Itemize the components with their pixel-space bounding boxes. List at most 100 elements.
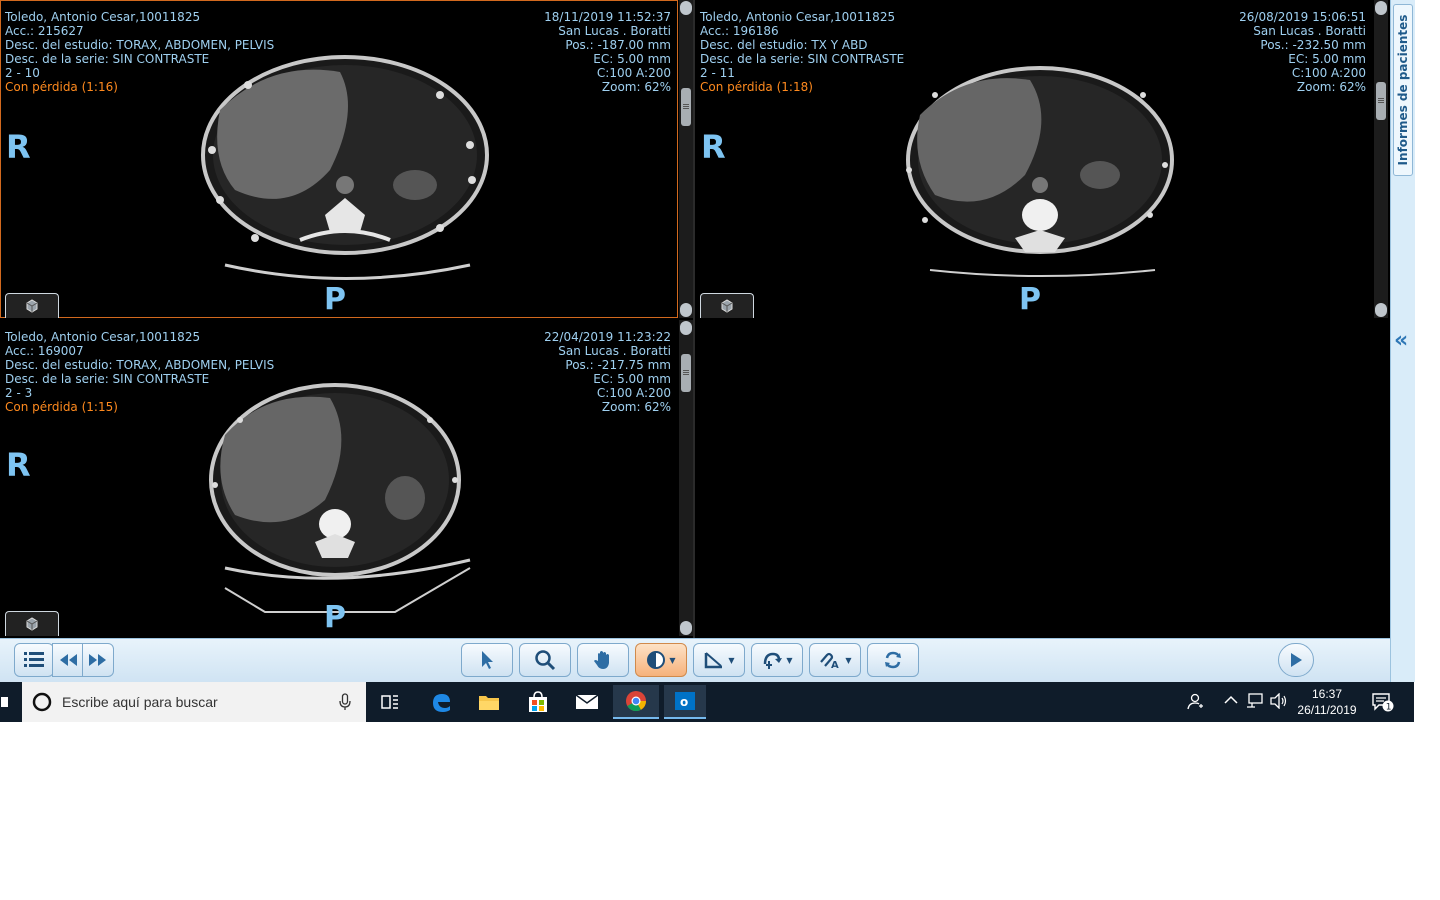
chevron-down-icon: ▼ [786,655,793,665]
pan-tool-button[interactable] [577,643,629,677]
institution: San Lucas . Boratti [1253,24,1366,38]
chevron-down-icon: ▼ [728,655,735,665]
previous-image-button[interactable] [52,643,84,677]
window-level-values: C:100 A:200 [596,66,671,80]
study-datetime: 18/11/2019 11:52:37 [544,10,671,24]
list-icon [24,652,44,667]
people-icon-glyph [1187,693,1203,710]
taskbar-chrome[interactable] [613,685,659,719]
expand-panel-button[interactable]: « [1394,328,1408,353]
cortana-circle-icon [32,692,52,712]
volume-icon[interactable] [1270,692,1288,713]
patient-reports-label: Informes de pacientes [1396,14,1410,166]
taskbar-edge[interactable] [424,688,458,716]
measure-tool-button[interactable]: ▼ [693,643,745,677]
overlay-patient-info: Toledo, Antonio Cesar,10011825 Acc.: 1961… [700,10,904,94]
study-description: Desc. del estudio: TORAX, ABDOMEN, PELVI… [5,38,275,52]
notification-icon: 1 [1372,693,1394,713]
window-level-tool-button[interactable]: ▼ [635,643,687,677]
mail-envelope-icon [575,694,599,709]
window-level-values: C:100 A:200 [596,386,671,400]
search-placeholder: Escribe aquí para buscar [62,694,218,710]
store-bag-icon [529,691,547,712]
series-description: Desc. de la serie: SIN CONTRASTE [5,372,210,386]
edge-browser-icon [433,694,450,712]
outlook-icon: o [675,692,695,710]
viewport-2-scrollbar[interactable] [1374,0,1388,318]
taskbar-store[interactable] [521,688,555,716]
task-view-button[interactable] [373,688,407,716]
microphone-icon[interactable] [339,693,351,711]
scroll-thumb[interactable] [681,88,691,126]
orientation-marker-bottom: P [324,600,346,635]
3d-cube-button[interactable] [5,611,59,636]
zoom-tool-button[interactable] [519,643,571,677]
system-clock[interactable]: 16:37 26/11/2019 [1292,686,1362,718]
orientation-marker-bottom: P [324,282,346,317]
overlay-patient-info: Toledo, Antonio Cesar,10011825 Acc.: 1690… [5,330,274,414]
scroll-down-arrow[interactable] [680,303,692,317]
annotation-tool-button[interactable]: A ▼ [809,643,861,677]
viewport-1[interactable]: Toledo, Antonio Cesar,10011825 Acc.: 2156… [0,0,678,318]
network-icon[interactable] [1246,693,1264,713]
taskbar-file-explorer[interactable] [472,688,506,716]
compression-loss: Con pérdida (1:15) [5,400,118,414]
chevron-down-icon: ▼ [669,655,676,665]
select-tool-button[interactable] [461,643,513,677]
contrast-icon [647,651,666,669]
scroll-up-arrow[interactable] [680,1,692,15]
magnifier-icon [535,650,556,671]
orientation-marker-side: R [6,128,31,166]
institution: San Lucas . Boratti [558,24,671,38]
slice-position: Pos.: -187.00 mm [565,38,671,52]
scroll-thumb[interactable] [681,354,691,392]
svg-text:o: o [680,695,688,709]
patient-name: Toledo, Antonio Cesar,10011825 [700,10,896,24]
taskbar-mail[interactable] [570,688,604,716]
taskbar-search-box[interactable]: Escribe aquí para buscar [22,682,366,722]
compression-loss: Con pérdida (1:18) [700,80,813,94]
start-button[interactable] [0,688,10,716]
slice-position: Pos.: -217.75 mm [565,358,671,372]
ruler-angle-icon [705,652,723,669]
layout-list-button[interactable] [14,643,54,677]
3d-cube-button[interactable] [700,293,754,318]
3d-cube-button[interactable] [5,293,59,318]
zoom-level: Zoom: 62% [601,80,671,94]
link-annotation-icon: A [820,652,839,670]
patient-reports-tab[interactable]: Informes de pacientes [1393,4,1413,176]
scroll-down-arrow[interactable] [680,621,692,635]
viewport-1-scrollbar[interactable] [679,0,693,318]
rewind-icon [60,654,77,666]
accession: Acc.: 169007 [5,344,84,358]
patient-reports-panel: Informes de pacientes « [1390,0,1415,682]
reset-tool-button[interactable] [867,643,919,677]
refresh-icon [885,651,901,669]
folder-icon [479,696,499,710]
overlay-study-info: 26/08/2019 15:06:51 San Lucas . Boratti Po… [1239,10,1366,94]
windows-taskbar: Escribe aquí para buscar o 16:37 26/11/2… [0,682,1414,722]
taskbar-outlook[interactable]: o [664,685,706,719]
windows-logo-icon [1,697,8,707]
people-icon[interactable] [1186,692,1204,714]
scroll-up-arrow[interactable] [680,321,692,335]
accession: Acc.: 196186 [700,24,779,38]
show-hidden-icons-button[interactable] [1224,694,1238,709]
scroll-down-arrow[interactable] [1375,303,1387,317]
viewport-3-scrollbar[interactable] [679,320,693,636]
orientation-marker-side: R [6,446,31,484]
scroll-thumb[interactable] [1376,82,1386,120]
play-cine-button[interactable] [1278,643,1314,677]
viewport-4-empty[interactable] [695,320,1390,638]
slice-thickness: EC: 5.00 mm [593,372,671,386]
viewport-3[interactable]: Toledo, Antonio Cesar,10011825 Acc.: 1690… [0,320,678,636]
zoom-level: Zoom: 62% [1296,80,1366,94]
slice-position: Pos.: -232.50 mm [1260,38,1366,52]
cube-icon [26,617,38,631]
next-image-button[interactable] [82,643,114,677]
rotate-flip-tool-button[interactable]: ▼ [751,643,803,677]
scroll-up-arrow[interactable] [1375,1,1387,15]
hand-icon [594,651,609,669]
action-center-button[interactable]: 1 [1372,692,1394,716]
viewport-2[interactable]: Toledo, Antonio Cesar,10011825 Acc.: 1961… [695,0,1373,318]
